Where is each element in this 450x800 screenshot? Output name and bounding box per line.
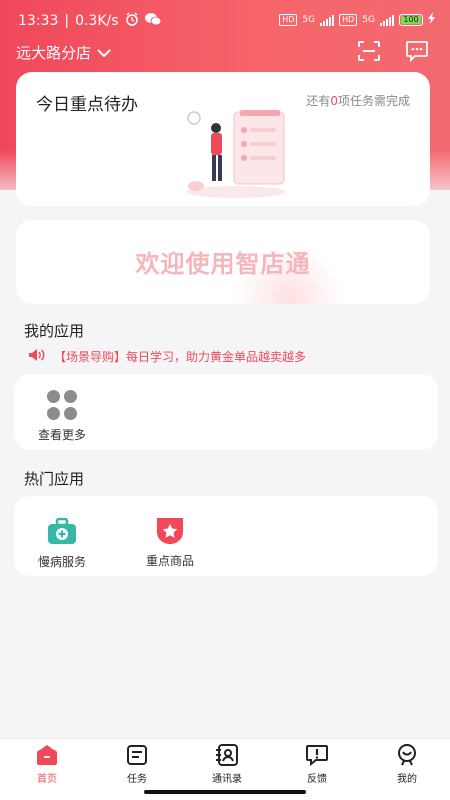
chevron-down-icon	[97, 44, 111, 62]
todo-summary: 还有0项任务需完成	[306, 94, 410, 108]
network-type: 5G	[302, 14, 316, 25]
tab-contacts-label: 通讯录	[212, 774, 242, 785]
network-type-2: 5G	[362, 14, 375, 25]
store-selector[interactable]: 远大路分店	[16, 42, 111, 63]
home-indicator[interactable]	[144, 790, 306, 794]
empty-task-illustration	[176, 108, 296, 200]
feedback-icon	[304, 743, 330, 767]
tab-contacts[interactable]: 通讯录	[192, 743, 262, 785]
separator: |	[64, 13, 70, 29]
contacts-icon	[214, 743, 240, 767]
key-products-button[interactable]: 重点商品	[146, 516, 194, 569]
my-apps-title: 我的应用	[24, 322, 85, 340]
tab-bar: 首页 任务 通讯录 反馈 我的	[0, 738, 450, 788]
tab-feedback[interactable]: 反馈	[282, 743, 352, 785]
hd-badge-2: HD	[339, 13, 358, 26]
tab-home-label: 首页	[37, 774, 57, 785]
welcome-banner[interactable]: 欢迎使用智店通	[16, 220, 430, 304]
chronic-disease-service-button[interactable]: 慢病服务	[38, 517, 87, 570]
more-apps-label: 查看更多	[38, 428, 87, 442]
signal-icon	[320, 14, 335, 26]
hot-apps-title: 热门应用	[24, 470, 85, 488]
tab-profile[interactable]: 我的	[372, 743, 442, 785]
tab-profile-label: 我的	[397, 774, 417, 785]
tab-tasks-label: 任务	[127, 774, 147, 785]
todo-count: 0	[330, 94, 338, 108]
speaker-icon	[28, 348, 46, 365]
home-icon	[34, 743, 60, 767]
todo-card[interactable]: 今日重点待办 还有0项任务需完成	[16, 72, 430, 206]
battery-icon: 100	[399, 13, 423, 26]
grid-icon	[47, 390, 77, 420]
star-badge-icon	[153, 516, 187, 549]
signal-icon-2	[380, 14, 394, 26]
alarm-icon	[125, 12, 139, 30]
task-icon	[124, 743, 150, 767]
todo-title: 今日重点待办	[36, 95, 138, 115]
store-name: 远大路分店	[16, 44, 92, 62]
more-apps-button[interactable]: 查看更多	[38, 390, 86, 443]
notice-text: 【场景导购】每日学习，助力黄金单品越卖越多	[54, 350, 307, 364]
tab-feedback-label: 反馈	[307, 774, 327, 785]
profile-icon	[394, 743, 420, 767]
tab-tasks[interactable]: 任务	[102, 743, 172, 785]
notice-bar[interactable]: 【场景导购】每日学习，助力黄金单品越卖越多	[28, 348, 306, 365]
message-icon[interactable]	[404, 38, 430, 64]
charging-icon	[428, 12, 436, 27]
wechat-icon	[144, 12, 161, 30]
network-speed: 0.3K/s	[75, 13, 119, 29]
banner-text: 欢迎使用智店通	[135, 250, 311, 278]
my-apps-card: 查看更多	[14, 374, 438, 450]
header-actions	[356, 38, 430, 64]
scan-icon[interactable]	[356, 38, 382, 64]
clock: 13:33	[18, 13, 59, 29]
hot-apps-card: 慢病服务 重点商品	[14, 496, 438, 576]
tab-home[interactable]: 首页	[12, 743, 82, 785]
key-products-label: 重点商品	[146, 554, 195, 568]
status-bar: 13:33 | 0.3K/s HD 5G HD 5G 100	[0, 0, 450, 40]
chronic-disease-service-label: 慢病服务	[38, 555, 87, 569]
hd-badge: HD	[279, 13, 298, 26]
medical-kit-icon	[46, 517, 78, 549]
